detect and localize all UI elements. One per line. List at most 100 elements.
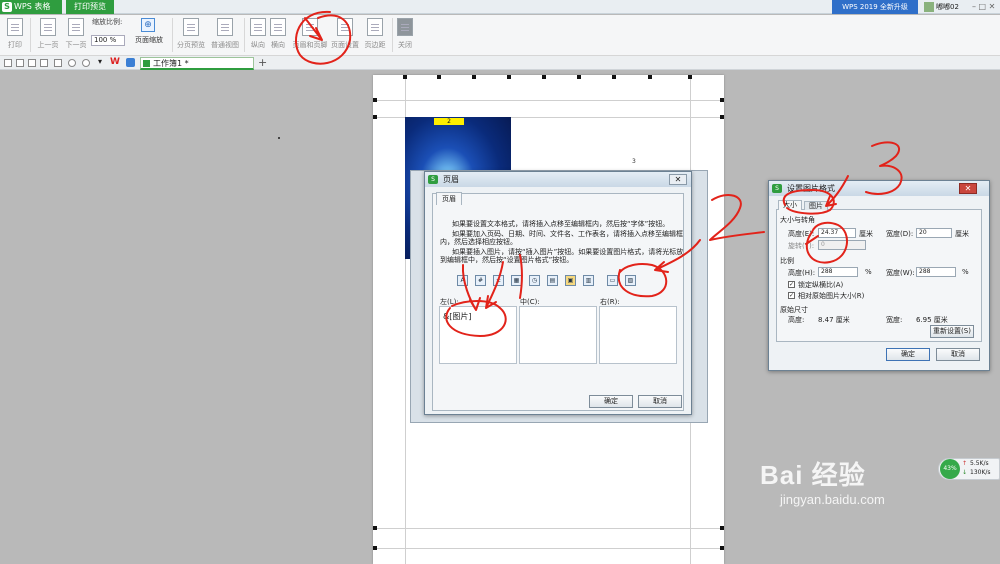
help-text-picture: 如果要插入图片，请按“插入图片”按钮。如果要设置图片格式，请将光标放到编辑框中，… [440, 248, 684, 264]
lock-aspect-checkbox[interactable]: ✓ [788, 281, 795, 288]
dropdown-icon[interactable]: ▾ [98, 57, 102, 66]
rotation-input[interactable]: 0 [818, 240, 866, 250]
margin-handle[interactable] [373, 98, 377, 102]
margin-handle[interactable] [688, 75, 692, 79]
scale-height-percent: % [865, 268, 872, 276]
redo-icon[interactable] [82, 59, 90, 67]
next-page-button[interactable]: 下一页 [62, 18, 90, 50]
toolbar: 打印 上一页 下一页 缩放比例: 100 % ⊕ 页面缩放 分页预览 普通视图 … [0, 15, 1000, 56]
print-icon[interactable] [40, 59, 48, 67]
margin-handle[interactable] [437, 75, 441, 79]
scale-width-input[interactable]: 288 [916, 267, 956, 277]
relative-original-label[interactable]: 相对原始图片大小(R) [798, 291, 864, 301]
font-button[interactable]: A [457, 275, 468, 286]
watermark-main: Bai 经验 [760, 460, 866, 490]
time-button[interactable]: ◷ [529, 275, 540, 286]
scale-height-input[interactable]: 288 [818, 267, 858, 277]
margin-handle[interactable] [720, 115, 724, 119]
close-preview-button[interactable]: 关闭 [396, 18, 414, 50]
page-zoom-icon[interactable]: ⊕ [141, 18, 155, 32]
width-input[interactable]: 20 [916, 228, 952, 238]
cancel-button[interactable]: 取消 [638, 395, 682, 408]
margin-handle[interactable] [720, 98, 724, 102]
window-controls[interactable]: – □ ✕ [972, 0, 995, 14]
margin-handle[interactable] [648, 75, 652, 79]
print-preview-tab[interactable]: 打印预览 [66, 0, 114, 14]
margin-handle[interactable] [612, 75, 616, 79]
page-break-label: 分页预览 [177, 41, 205, 49]
reset-button[interactable]: 重新设置(S) [930, 325, 974, 338]
tab-header[interactable]: 页眉 [436, 192, 462, 205]
page-break-preview-button[interactable]: 分页预览 [176, 18, 206, 50]
tab-picture[interactable]: 图片 [804, 201, 828, 210]
width-label: 宽度(D): [886, 230, 914, 238]
file-name-button[interactable]: ▣ [565, 275, 576, 286]
close-button[interactable]: ✕ [959, 183, 977, 194]
margin-handle[interactable] [403, 75, 407, 79]
margin-handle[interactable] [373, 546, 377, 550]
user-name[interactable]: 嘟嘟02 [936, 0, 959, 14]
close-button[interactable]: ✕ [669, 174, 687, 185]
add-tab-button[interactable]: + [258, 56, 267, 70]
save-as-icon[interactable] [28, 59, 36, 67]
file-path-button[interactable]: ▤ [547, 275, 558, 286]
height-input[interactable]: 24.37 [818, 228, 856, 238]
page-count-button[interactable]: ± [493, 275, 504, 286]
help-text-format: 如果要设置文本格式，请将插入点移至编辑框内，然后按“字体”按钮。 [452, 220, 670, 228]
picture-format-titlebar: S 设置图片格式 [769, 181, 989, 196]
upgrade-button[interactable]: WPS 2019 全新升级 [832, 0, 918, 14]
zoom-select[interactable]: 100 % [91, 35, 125, 46]
page-zoom-label[interactable]: 页面缩放 [129, 35, 169, 45]
landscape-button[interactable]: 横向 [268, 18, 288, 50]
undo-icon[interactable] [68, 59, 76, 67]
tab-workbook[interactable]: 工作簿1 * [140, 57, 254, 70]
width-unit[interactable]: 厘米 [955, 229, 969, 239]
margin-handle[interactable] [720, 526, 724, 530]
margin-handle[interactable] [373, 526, 377, 530]
insert-picture-button[interactable]: ▭ [607, 275, 618, 286]
prev-page-button[interactable]: 上一页 [34, 18, 62, 50]
margins-icon [367, 18, 383, 36]
divider [30, 18, 31, 52]
format-picture-button[interactable]: ▨ [625, 275, 636, 286]
sheet-name-button[interactable]: ▥ [583, 275, 594, 286]
wps-logo-icon: S [428, 175, 438, 184]
date-button[interactable]: ▦ [511, 275, 522, 286]
app-tab[interactable]: S WPS 表格 [0, 0, 62, 14]
page-number-button[interactable]: # [475, 275, 486, 286]
right-section-input[interactable] [599, 306, 677, 364]
page-setup-button[interactable]: 页面设置 [330, 18, 360, 50]
help-text-fields: 如果要加入页码、日期、时间、文件名、工作表名，请将插入点移至编辑框内，然后选择相… [440, 230, 683, 246]
lock-aspect-label[interactable]: 锁定纵横比(A) [798, 280, 843, 290]
ok-button[interactable]: 确定 [589, 395, 633, 408]
margins-button[interactable]: 页边距 [362, 18, 388, 50]
margin-handle[interactable] [373, 115, 377, 119]
margin-handle[interactable] [542, 75, 546, 79]
open-icon[interactable] [4, 59, 12, 67]
portrait-button[interactable]: 纵向 [248, 18, 268, 50]
margin-handle[interactable] [507, 75, 511, 79]
margin-guide-bottom [373, 548, 724, 549]
page-setup-label: 页面设置 [331, 41, 359, 49]
next-page-icon [68, 18, 84, 36]
divider [392, 18, 393, 52]
left-section-input[interactable]: &[图片] [439, 306, 517, 364]
normal-view-button[interactable]: 普通视图 [210, 18, 240, 50]
center-section-input[interactable] [519, 306, 597, 364]
cloud-icon[interactable] [126, 58, 135, 67]
margin-handle[interactable] [472, 75, 476, 79]
print-button[interactable]: 打印 [4, 18, 26, 50]
height-unit[interactable]: 厘米 [859, 229, 873, 239]
tab-workbook-label: 工作簿1 * [153, 59, 189, 68]
tab-size[interactable]: 大小 [778, 200, 802, 210]
print-preview-icon[interactable] [54, 59, 62, 67]
relative-original-checkbox[interactable]: ✓ [788, 292, 795, 299]
margin-handle[interactable] [577, 75, 581, 79]
wps-w-icon[interactable]: W [110, 57, 120, 67]
save-icon[interactable] [16, 59, 24, 67]
margin-handle[interactable] [720, 546, 724, 550]
ok-button[interactable]: 确定 [886, 348, 930, 361]
avatar[interactable] [924, 2, 934, 12]
header-footer-button[interactable]: 页眉和页脚 [290, 18, 330, 50]
cancel-button[interactable]: 取消 [936, 348, 980, 361]
